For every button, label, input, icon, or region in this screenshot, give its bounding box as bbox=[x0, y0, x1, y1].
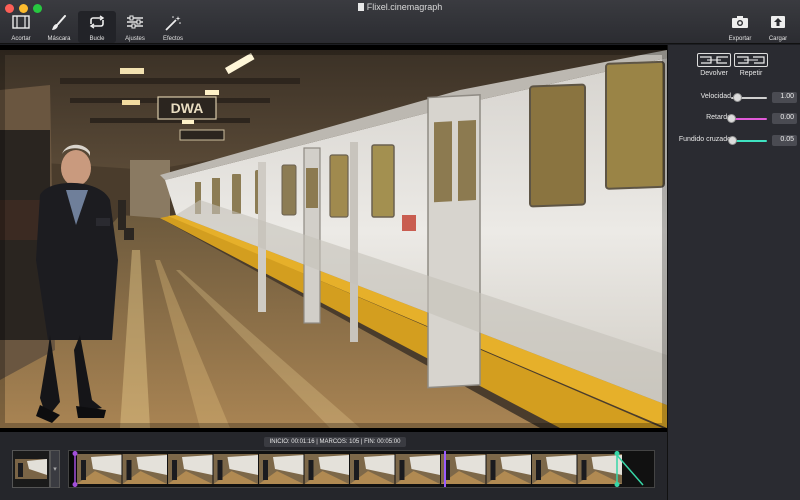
timeline-frame-figure bbox=[126, 460, 132, 480]
timeline-frames bbox=[69, 451, 644, 487]
timeline-frame-figure bbox=[263, 460, 268, 480]
tool-adjust-button[interactable]: Ajustes bbox=[116, 11, 154, 43]
timeline-frame-figure bbox=[81, 460, 86, 480]
loop-icon bbox=[78, 15, 116, 35]
timeline-frame-figure bbox=[581, 460, 587, 480]
camera-icon bbox=[721, 15, 759, 35]
loop-start-handle-top bbox=[72, 451, 78, 456]
timeline-trim-shade-start bbox=[69, 451, 77, 487]
speed-slider-row: Velocidad 1.00 bbox=[668, 92, 800, 104]
delay-value-field[interactable]: 0.00 bbox=[772, 113, 797, 124]
export-label: Exportar bbox=[728, 36, 752, 42]
loop-end-handle-bottom bbox=[614, 482, 620, 487]
chevron-down-icon: ▾ bbox=[53, 466, 57, 473]
speed-value-field[interactable]: 1.00 bbox=[772, 92, 797, 103]
timeline-bar: INICIO: 00:01:16 | MARCOS: 105 | FIN: 00… bbox=[0, 432, 667, 500]
tool-mask-button[interactable]: Máscara bbox=[40, 11, 78, 43]
crop-film-icon bbox=[2, 15, 40, 35]
tool-adjust-label: Ajustes bbox=[125, 36, 145, 42]
timeline-frame-figure bbox=[172, 460, 177, 480]
video-preview[interactable]: DWA bbox=[0, 45, 667, 432]
crossfade-slider-row: Fundido cruzado 0.05 bbox=[668, 135, 800, 147]
crossfade-slider-knob[interactable] bbox=[728, 136, 738, 145]
export-button[interactable]: Exportar bbox=[721, 11, 759, 43]
video-frame: DWA bbox=[0, 50, 667, 428]
upload-icon bbox=[759, 15, 797, 35]
upload-button[interactable]: Cargar bbox=[759, 11, 797, 43]
timeline-frame-figure bbox=[536, 460, 541, 480]
toolbar: Flixel.cinemagraph Acortar Máscara Bucle… bbox=[0, 0, 800, 44]
window-title-text: Flixel.cinemagraph bbox=[366, 2, 443, 12]
repeat-loop-icon bbox=[737, 56, 765, 64]
delay-slider-row: Retardo 0.00 bbox=[668, 113, 800, 125]
repeat-button[interactable] bbox=[734, 53, 768, 67]
loop-start-handle-bottom bbox=[72, 482, 78, 487]
magic-wand-icon bbox=[154, 15, 192, 35]
tool-trim-label: Acortar bbox=[11, 36, 31, 42]
upload-label: Cargar bbox=[768, 36, 788, 42]
loop-thumbnail-image bbox=[13, 451, 49, 487]
reverse-button[interactable] bbox=[697, 53, 731, 67]
station-sign-text: DWA bbox=[171, 100, 204, 116]
timeline-frame-figure bbox=[354, 460, 359, 480]
timeline-frame-figure bbox=[490, 460, 496, 480]
crossfade-value-field[interactable]: 0.05 bbox=[772, 135, 797, 146]
delay-slider-knob[interactable] bbox=[727, 114, 736, 123]
timeline-frame-figure bbox=[399, 460, 405, 480]
repeat-label: Repetir bbox=[739, 70, 763, 77]
tool-trim-button[interactable]: Acortar bbox=[2, 11, 40, 43]
loop-thumbnail[interactable] bbox=[12, 450, 50, 488]
loop-settings-panel: Devolver Repetir Velocidad 1.00 Retardo … bbox=[667, 45, 800, 500]
timeline-frame-figure bbox=[308, 460, 314, 480]
video-frame-image: DWA bbox=[0, 50, 667, 428]
tool-loop-label: Bucle bbox=[89, 36, 105, 42]
document-icon bbox=[357, 3, 364, 11]
tool-mask-label: Máscara bbox=[47, 36, 71, 42]
timeline-strip[interactable] bbox=[68, 450, 655, 488]
crossfade-label: Fundido cruzado bbox=[678, 136, 731, 143]
thumbnail-dropdown[interactable]: ▾ bbox=[50, 450, 60, 488]
sliders-icon bbox=[116, 15, 154, 35]
tool-effects-button[interactable]: Efectos bbox=[154, 11, 192, 43]
timeline-frame-figure bbox=[217, 460, 223, 480]
tool-loop-button[interactable]: Bucle bbox=[78, 11, 116, 43]
speed-slider-knob[interactable] bbox=[733, 93, 743, 102]
speed-label: Velocidad bbox=[700, 93, 731, 100]
brush-icon bbox=[40, 15, 78, 35]
delay-slider-track[interactable] bbox=[731, 118, 767, 120]
tool-effects-label: Efectos bbox=[162, 36, 183, 42]
reverse-loop-icon bbox=[700, 56, 728, 64]
loop-end-handle-top bbox=[614, 451, 620, 456]
timeline-info: INICIO: 00:01:16 | MARCOS: 105 | FIN: 00… bbox=[264, 437, 406, 447]
